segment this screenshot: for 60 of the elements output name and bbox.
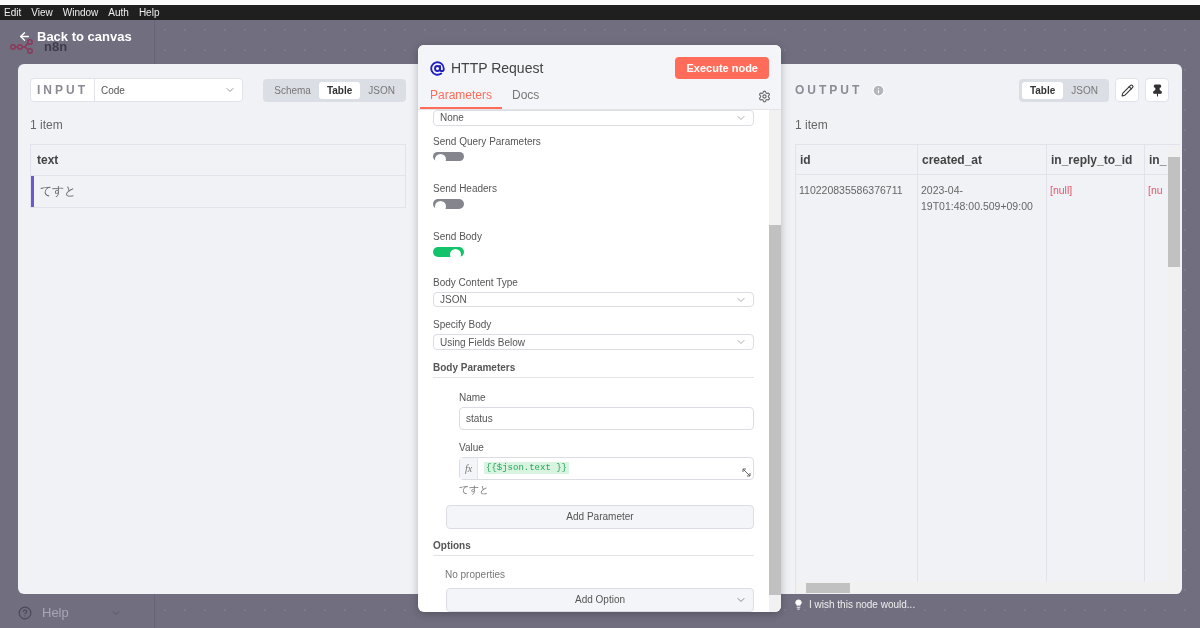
at-sign-icon	[430, 60, 445, 76]
input-field[interactable]: status	[459, 407, 754, 430]
vertical-scrollbar[interactable]	[769, 110, 781, 612]
empty-message: No properties	[445, 569, 507, 580]
vertical-scrollbar[interactable]	[1168, 145, 1180, 594]
menu-item[interactable]: Edit	[4, 7, 22, 18]
field-label: Send Headers	[433, 183, 498, 195]
view-tab[interactable]: Schema	[266, 81, 319, 99]
column-header: id	[796, 145, 918, 175]
pane-label: INPUT	[31, 79, 95, 101]
field-label: Name	[459, 392, 487, 403]
column-header: text	[31, 145, 405, 176]
add-parameter-button[interactable]: Add Parameter	[446, 505, 754, 529]
expression-preview: てすと	[459, 483, 490, 497]
section-title: Options	[433, 540, 754, 556]
expression-text: {{$json.text }}	[484, 462, 569, 475]
column-header: created_at	[918, 145, 1047, 175]
feedback-link[interactable]: I wish this node would...	[809, 599, 916, 610]
lightbulb-icon	[793, 599, 804, 610]
field-label: Send Query Parameters	[433, 135, 542, 147]
add-option-button[interactable]: Add Option	[446, 588, 754, 612]
info-icon	[872, 83, 886, 97]
pane-label: OUTPUT	[795, 83, 864, 97]
item-count: 1 item	[795, 118, 829, 132]
view-tab[interactable]: Table	[318, 81, 361, 99]
toggle-switch[interactable]	[433, 247, 464, 257]
field-label: Value	[459, 442, 485, 453]
expand-icon	[742, 468, 751, 477]
menu-item[interactable]: Help	[138, 7, 160, 18]
node-title: HTTP Request	[451, 60, 544, 76]
arrow-left-icon	[18, 30, 31, 43]
select-field[interactable]: Using Fields Below	[433, 334, 754, 350]
menu-item[interactable]: Window	[62, 7, 99, 18]
help-icon	[18, 605, 32, 620]
expression-field[interactable]: fx {{$json.text }}	[459, 457, 754, 480]
table-cell: てすと	[31, 176, 405, 207]
section-title: Body Parameters	[433, 362, 754, 378]
input-select[interactable]: INPUT Code	[30, 78, 243, 102]
toggle-switch[interactable]	[433, 151, 464, 162]
view-tab[interactable]: JSON	[360, 81, 403, 99]
view-tab[interactable]: JSON	[1063, 81, 1106, 99]
pin-button[interactable]	[1145, 78, 1169, 102]
toggle-switch[interactable]	[433, 199, 464, 210]
menu-item[interactable]: Auth	[108, 7, 129, 18]
field-label: Send Body	[433, 231, 483, 243]
field-label: Specify Body	[433, 319, 493, 331]
item-count: 1 item	[30, 118, 64, 132]
pencil-icon	[1120, 83, 1134, 97]
pin-icon	[1150, 83, 1164, 97]
settings-icon[interactable]	[758, 90, 771, 103]
fx-label: fx	[460, 458, 478, 479]
field-label: Body Content Type	[433, 276, 519, 288]
menu-item[interactable]: View	[31, 7, 53, 18]
horizontal-scrollbar[interactable]	[796, 582, 1168, 594]
panel-tab[interactable]: Docs	[502, 85, 550, 109]
select-field[interactable]: JSON	[433, 291, 754, 308]
edit-button[interactable]	[1115, 78, 1139, 102]
column-header: in_reply_to_id	[1047, 145, 1145, 175]
select-field[interactable]: None	[433, 110, 754, 126]
view-tab[interactable]: Table	[1021, 81, 1064, 99]
